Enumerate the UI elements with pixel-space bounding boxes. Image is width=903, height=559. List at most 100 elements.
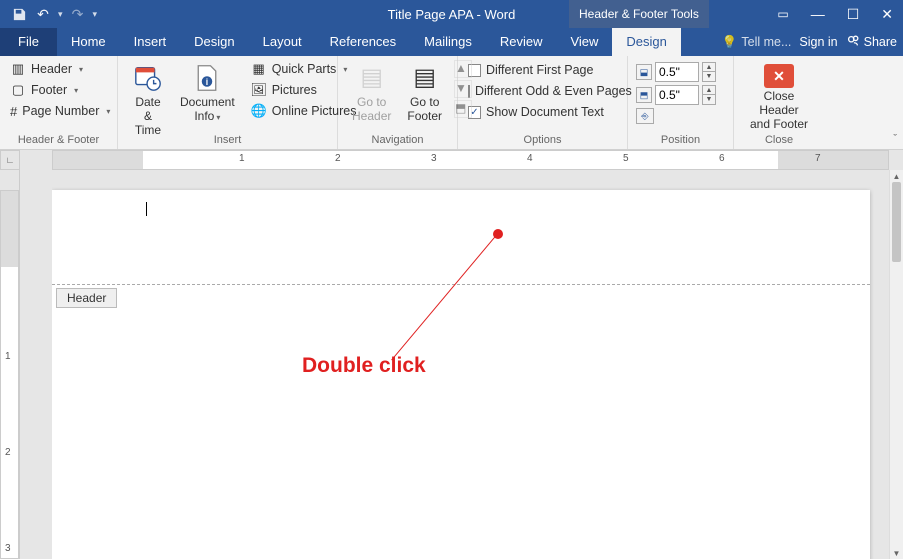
footer-bottom-icon: ⬒ (636, 87, 652, 103)
document-canvas[interactable]: Header Double click ▲ ▼ (52, 170, 903, 559)
vertical-ruler[interactable]: 1 2 3 (0, 170, 20, 559)
group-navigation: ▤ Go to Header ▤ Go to Footer ▲ ▼ ⬒ Navi… (338, 56, 458, 149)
group-label: Close (742, 132, 816, 149)
scrollbar-thumb[interactable] (892, 182, 901, 262)
tell-me-search[interactable]: 💡 Tell me... (722, 35, 792, 50)
ribbon: ▥ Header▾ ▢ Footer▾ # Page Number▾ Heade… (0, 56, 903, 150)
tab-review[interactable]: Review (486, 28, 557, 56)
redo-icon[interactable]: ↷ (69, 5, 87, 23)
next-section-icon[interactable]: ▼ (454, 80, 472, 98)
annotation-line (391, 233, 498, 360)
date-time-button[interactable]: Date & Time (126, 60, 170, 137)
ruler-mark: 3 (431, 153, 437, 164)
header-button[interactable]: ▥ Header▾ (8, 60, 109, 78)
ribbon-display-icon[interactable]: ▭ (771, 5, 794, 23)
ruler-row: ∟ 1 2 3 4 5 6 7 (0, 150, 903, 170)
tab-view[interactable]: View (556, 28, 612, 56)
group-position: ⬓ ▲▼ ⬒ ▲▼ ⎆ Position (628, 56, 734, 149)
scroll-up-icon[interactable]: ▲ (890, 170, 903, 182)
footer-bottom-input[interactable] (655, 85, 699, 105)
group-options: Different First Page Different Odd & Eve… (458, 56, 628, 149)
different-first-page-checkbox[interactable]: Different First Page (466, 62, 619, 78)
window-title: Title Page APA - Word (388, 7, 516, 22)
spinner[interactable]: ▲▼ (702, 85, 716, 105)
header-icon: ▥ (10, 61, 26, 77)
ruler-mark: 7 (815, 153, 821, 164)
page[interactable]: Header Double click (52, 190, 870, 559)
insert-alignment-tab-icon[interactable]: ⎆ (636, 108, 654, 124)
footer-icon: ▢ (10, 82, 26, 98)
horizontal-ruler[interactable]: 1 2 3 4 5 6 7 (52, 150, 889, 170)
footer-button[interactable]: ▢ Footer▾ (8, 81, 109, 99)
group-label: Position (636, 132, 725, 149)
save-icon[interactable] (10, 5, 28, 23)
undo-dropdown-icon[interactable]: ▾ (58, 9, 63, 20)
annotation-text: Double click (302, 354, 426, 378)
document-info-icon: i (191, 62, 223, 94)
chevron-down-icon: ▾ (216, 113, 220, 122)
header-top-icon: ⬓ (636, 64, 652, 80)
group-insert: Date & Time i Document Info▾ ▦ Quick Par… (118, 56, 338, 149)
text-cursor (146, 202, 147, 216)
ribbon-tabs: File Home Insert Design Layout Reference… (0, 28, 903, 56)
undo-icon[interactable]: ↶ (34, 5, 52, 23)
tab-references[interactable]: References (316, 28, 410, 56)
goto-header-icon: ▤ (356, 62, 388, 94)
tab-design[interactable]: Design (180, 28, 248, 56)
close-x-icon: ✕ (764, 64, 794, 88)
previous-section-icon[interactable]: ▲ (454, 60, 472, 78)
scroll-down-icon[interactable]: ▼ (890, 547, 903, 559)
ruler-mark: 2 (335, 153, 341, 164)
chevron-down-icon: ▾ (74, 86, 78, 95)
quick-access-toolbar: ↶ ▾ ↷ ▾ (0, 5, 97, 23)
tab-home[interactable]: Home (57, 28, 120, 56)
sign-in-link[interactable]: Sign in (799, 35, 837, 49)
collapse-ribbon-icon[interactable]: ˇ (893, 133, 897, 145)
lightbulb-icon: 💡 (722, 35, 738, 50)
group-label: Header & Footer (8, 132, 109, 149)
tab-file[interactable]: File (0, 28, 57, 56)
group-close: ✕ Close Header and Footer Close (734, 56, 824, 149)
title-bar: ↶ ▾ ↷ ▾ Title Page APA - Word Header & F… (0, 0, 903, 28)
window-controls: ▭ — ☐ ✕ (771, 4, 899, 25)
document-info-button[interactable]: i Document Info▾ (174, 60, 241, 124)
tab-selector[interactable]: ∟ (0, 150, 20, 170)
share-button[interactable]: Share (846, 34, 897, 51)
group-header-footer: ▥ Header▾ ▢ Footer▾ # Page Number▾ Heade… (0, 56, 118, 149)
header-top-input[interactable] (655, 62, 699, 82)
goto-footer-button[interactable]: ▤ Go to Footer (401, 60, 448, 124)
page-number-button[interactable]: # Page Number▾ (8, 102, 109, 120)
close-window-icon[interactable]: ✕ (875, 4, 899, 25)
chevron-down-icon: ▾ (106, 107, 110, 116)
tab-mailings[interactable]: Mailings (410, 28, 486, 56)
share-icon (846, 34, 860, 51)
group-label: Navigation (346, 132, 449, 149)
qat-customize-icon[interactable]: ▾ (93, 9, 98, 20)
goto-footer-icon: ▤ (409, 62, 441, 94)
workspace: 1 2 3 Header Double click ▲ ▼ (0, 170, 903, 559)
chevron-down-icon: ▾ (79, 65, 83, 74)
quick-parts-icon: ▦ (251, 61, 267, 77)
spinner[interactable]: ▲▼ (702, 62, 716, 82)
minimize-icon[interactable]: — (805, 4, 831, 24)
ruler-mark: 1 (239, 153, 245, 164)
link-previous-icon[interactable]: ⬒ (454, 100, 472, 118)
vertical-scrollbar[interactable]: ▲ ▼ (889, 170, 903, 559)
maximize-icon[interactable]: ☐ (841, 4, 866, 25)
close-header-footer-button[interactable]: ✕ Close Header and Footer (742, 60, 816, 131)
show-document-text-checkbox[interactable]: ✓ Show Document Text (466, 104, 619, 120)
tab-insert[interactable]: Insert (120, 28, 181, 56)
online-pictures-icon: 🌐 (251, 103, 267, 119)
ruler-mark: 1 (5, 351, 11, 362)
tell-me-label: Tell me... (741, 35, 791, 49)
different-odd-even-checkbox[interactable]: Different Odd & Even Pages (466, 83, 619, 99)
tab-layout[interactable]: Layout (249, 28, 316, 56)
ruler-mark: 4 (527, 153, 533, 164)
svg-text:i: i (206, 77, 208, 87)
group-label: Options (466, 132, 619, 149)
pictures-icon: 🖼 (251, 82, 267, 98)
header-boundary (52, 284, 870, 285)
group-label: Insert (126, 132, 329, 149)
tab-hf-design[interactable]: Design (612, 28, 680, 56)
ruler-mark: 2 (5, 447, 11, 458)
